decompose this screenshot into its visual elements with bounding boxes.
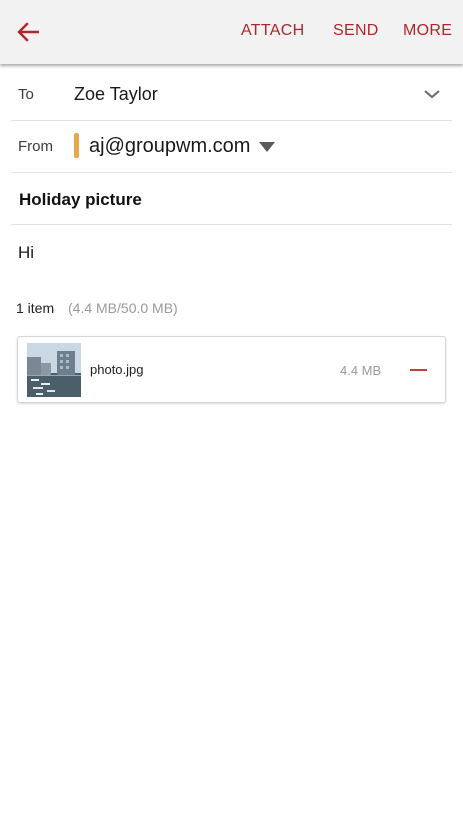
- arrow-left-icon: [17, 22, 39, 42]
- send-button[interactable]: SEND: [333, 22, 379, 40]
- subject-field-row[interactable]: Holiday picture: [11, 173, 452, 225]
- attach-button[interactable]: ATTACH: [241, 22, 304, 40]
- remove-attachment-button[interactable]: [401, 357, 435, 383]
- chevron-down-icon[interactable]: [422, 84, 442, 104]
- from-account[interactable]: aj@groupwm.com: [89, 135, 250, 158]
- subject-text[interactable]: Holiday picture: [19, 190, 142, 210]
- more-button[interactable]: MORE: [403, 22, 452, 40]
- compose-screen: ATTACH SEND MORE To Zoe Taylor From aj@g…: [0, 0, 463, 824]
- message-body[interactable]: Hi: [18, 243, 34, 263]
- attachment-filename: photo.jpg: [90, 362, 144, 377]
- attachment-item[interactable]: photo.jpg 4.4 MB: [17, 336, 446, 403]
- attachment-filesize: 4.4 MB: [340, 363, 382, 378]
- attachment-count: 1 item: [16, 300, 55, 316]
- to-recipient[interactable]: Zoe Taylor: [74, 84, 158, 105]
- caret-down-icon[interactable]: [259, 142, 275, 152]
- account-color-marker: [74, 133, 79, 158]
- to-field-row[interactable]: To Zoe Taylor: [11, 68, 452, 121]
- top-app-bar: ATTACH SEND MORE: [0, 0, 463, 64]
- minus-icon: [409, 369, 427, 371]
- attachment-size-total: (4.4 MB/50.0 MB): [68, 300, 178, 316]
- attachment-thumbnail: [27, 343, 81, 397]
- from-field-row[interactable]: From aj@groupwm.com: [11, 121, 452, 173]
- from-label: From: [18, 138, 53, 155]
- back-button[interactable]: [10, 14, 46, 50]
- to-label: To: [18, 86, 34, 103]
